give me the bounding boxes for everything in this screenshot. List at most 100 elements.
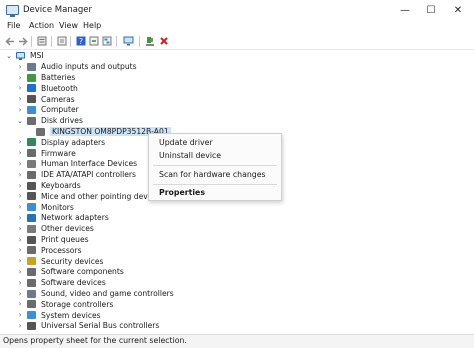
toggle-view-icon[interactable] <box>88 36 99 46</box>
maximize-button[interactable]: ☐ <box>419 3 443 17</box>
chevron-right-icon[interactable]: › <box>16 74 24 82</box>
menu-item-update-driver[interactable]: Update driver <box>159 138 213 147</box>
chevron-right-icon[interactable]: › <box>16 322 24 330</box>
tree-category-item[interactable]: › Bluetooth <box>16 83 78 94</box>
chevron-right-icon[interactable]: › <box>16 268 24 276</box>
tree-category-item[interactable]: › Computer <box>16 104 79 115</box>
processor-icon <box>27 246 36 255</box>
tree-category-item[interactable]: › Batteries <box>16 72 76 83</box>
chevron-right-icon[interactable]: › <box>16 225 24 233</box>
tree-category-item[interactable]: › IDE ATA/ATAPI controllers <box>16 169 136 180</box>
update-driver-icon[interactable] <box>56 36 67 46</box>
tree-category-item[interactable]: › Security devices <box>16 256 104 267</box>
chevron-right-icon[interactable]: › <box>16 246 24 254</box>
scan-hardware-icon[interactable] <box>123 36 134 46</box>
tree-item-label: Audio inputs and outputs <box>41 62 137 72</box>
tree-item-label: Universal Serial Bus controllers <box>41 321 160 331</box>
tree-root-label: MSI <box>30 51 44 60</box>
tree-category-item[interactable]: › Universal Serial Bus controllers <box>16 320 160 331</box>
tree-category-item[interactable]: › Monitors <box>16 202 74 213</box>
tree-item-label: Processors <box>41 245 82 255</box>
disk-drive-icon <box>36 127 45 136</box>
chevron-right-icon[interactable]: › <box>16 203 24 211</box>
chevron-down-icon[interactable]: ⌄ <box>5 52 13 60</box>
title-bar: Device Manager — ☐ ✕ <box>0 0 474 20</box>
tree-category-item[interactable]: › Audio inputs and outputs <box>16 61 137 72</box>
keyboard-icon <box>27 181 36 190</box>
chevron-right-icon[interactable]: › <box>16 84 24 92</box>
tree-category-item[interactable]: › Firmware <box>16 148 76 159</box>
software-component-icon <box>27 267 36 276</box>
menu-item-uninstall-device[interactable]: Uninstall device <box>159 151 221 160</box>
tree-item-label: Human Interface Devices <box>41 159 138 169</box>
usb-icon <box>27 321 36 330</box>
menu-help[interactable]: Help <box>83 21 101 30</box>
chevron-right-icon[interactable]: › <box>16 138 24 146</box>
menu-divider <box>153 165 277 166</box>
enable-device-icon[interactable] <box>144 36 155 46</box>
chevron-right-icon[interactable]: › <box>16 279 24 287</box>
ide-controller-icon <box>27 170 36 179</box>
close-button[interactable]: ✕ <box>446 3 470 17</box>
back-arrow-icon[interactable] <box>4 36 15 46</box>
device-manager-icon <box>6 5 19 17</box>
tree-item-label: Display adapters <box>41 137 106 147</box>
menu-bar: File Action View Help <box>0 20 474 33</box>
chevron-right-icon[interactable]: › <box>16 149 24 157</box>
tree-category-item[interactable]: › Network adapters <box>16 212 109 223</box>
tree-category-item[interactable]: ⌄ Disk drives <box>16 115 83 126</box>
uninstall-device-icon[interactable] <box>158 36 169 46</box>
tree-item-label: Batteries <box>41 73 76 82</box>
forward-arrow-icon[interactable] <box>17 36 28 46</box>
tree-category-item[interactable]: › Human Interface Devices <box>16 158 138 169</box>
tree-category-item[interactable]: › Cameras <box>16 94 75 105</box>
tree-item-label: Software devices <box>41 278 106 288</box>
menu-item-properties[interactable]: Properties <box>159 188 205 197</box>
minimize-button[interactable]: — <box>393 3 417 17</box>
security-device-icon <box>27 257 36 266</box>
camera-icon <box>27 95 36 104</box>
chevron-right-icon[interactable]: › <box>16 311 24 319</box>
chevron-down-icon[interactable]: ⌄ <box>16 117 24 125</box>
chevron-right-icon[interactable]: › <box>16 182 24 190</box>
properties-icon[interactable] <box>36 36 47 46</box>
svg-text:?: ? <box>78 37 82 46</box>
tree-item-label: Software components <box>41 267 124 277</box>
tree-category-item[interactable]: › Software components <box>16 266 124 277</box>
menu-item-scan-hardware[interactable]: Scan for hardware changes <box>159 170 266 179</box>
tree-category-item[interactable]: › Display adapters <box>16 137 106 148</box>
tree-category-item[interactable]: › System devices <box>16 310 101 321</box>
menu-action[interactable]: Action <box>29 21 54 30</box>
tree-category-item[interactable]: › Print queues <box>16 234 89 245</box>
tree-view-icon[interactable] <box>101 36 112 46</box>
context-menu: Update driver Uninstall device Scan for … <box>148 133 282 201</box>
chevron-right-icon[interactable]: › <box>16 106 24 114</box>
chevron-right-icon[interactable]: › <box>16 192 24 200</box>
tree-category-item[interactable]: › Software devices <box>16 277 106 288</box>
chevron-right-icon[interactable]: › <box>16 63 24 71</box>
menu-view[interactable]: View <box>59 21 78 30</box>
printer-icon <box>27 235 36 244</box>
tree-category-item[interactable]: › Keyboards <box>16 180 81 191</box>
chevron-right-icon[interactable]: › <box>16 236 24 244</box>
tree-category-item[interactable]: › Processors <box>16 245 82 256</box>
chevron-right-icon[interactable]: › <box>16 300 24 308</box>
tree-category-item[interactable]: › Sound, video and game controllers <box>16 288 174 299</box>
tree-root[interactable]: ⌄ MSI <box>5 50 44 61</box>
window-title: Device Manager <box>23 5 93 15</box>
tree-category-item[interactable]: › Other devices <box>16 223 94 234</box>
chevron-right-icon[interactable]: › <box>16 171 24 179</box>
menu-file[interactable]: File <box>7 21 20 30</box>
storage-controller-icon <box>27 300 36 309</box>
tree-category-item[interactable]: › Storage controllers <box>16 299 114 310</box>
chevron-right-icon[interactable]: › <box>16 290 24 298</box>
chevron-right-icon[interactable]: › <box>16 257 24 265</box>
tree-item-label: Computer <box>41 105 79 115</box>
tree-category-item[interactable]: › Mice and other pointing devices <box>16 191 163 202</box>
chevron-right-icon[interactable]: › <box>16 214 24 222</box>
display-adapter-icon <box>27 138 36 147</box>
help-icon[interactable]: ? <box>75 36 86 46</box>
chevron-right-icon[interactable]: › <box>16 160 24 168</box>
tree-item-label: Keyboards <box>41 181 81 190</box>
chevron-right-icon[interactable]: › <box>16 95 24 103</box>
